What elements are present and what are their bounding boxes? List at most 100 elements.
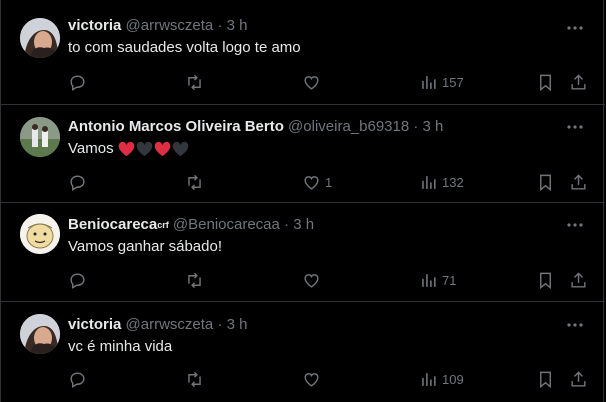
views-button[interactable]: 157	[419, 72, 464, 92]
retweet-icon	[188, 74, 201, 90]
share-icon	[571, 271, 586, 288]
views-icon	[422, 75, 436, 89]
tweet[interactable]: victoria @arrwsczeta · 3 h to com saudad…	[1, 0, 605, 105]
display-name[interactable]: Antonio Marcos Oliveira Berto	[68, 118, 284, 135]
share-icon	[571, 73, 586, 90]
cartoon-face-image	[20, 214, 60, 254]
retweet-icon	[188, 272, 201, 288]
retweet-button[interactable]	[185, 369, 204, 389]
user-photo-image	[20, 18, 60, 58]
like-icon	[304, 273, 319, 288]
black-heart-icon	[136, 141, 153, 157]
timeline-feed: victoria @arrwsczeta · 3 h to com saudad…	[0, 0, 605, 402]
like-button[interactable]	[302, 270, 325, 290]
share-icon	[571, 370, 586, 387]
timestamp[interactable]: 3 h	[423, 118, 444, 135]
bookmark-button[interactable]	[536, 369, 555, 389]
views-icon	[422, 273, 436, 287]
like-icon	[304, 175, 319, 190]
views-button[interactable]: 132	[419, 172, 464, 192]
like-icon	[304, 75, 319, 90]
like-icon	[304, 372, 319, 387]
avatar[interactable]	[20, 214, 60, 254]
timestamp[interactable]: 3 h	[293, 216, 314, 233]
reply-button[interactable]	[68, 270, 87, 290]
reply-icon	[70, 272, 85, 289]
tweet-header: victoria @arrwsczeta · 3 h	[68, 16, 247, 36]
share-button[interactable]	[569, 369, 588, 389]
tweet-header: Antonio Marcos Oliveira Berto @oliveira_…	[68, 117, 443, 137]
reply-button[interactable]	[68, 369, 87, 389]
retweet-button[interactable]	[185, 270, 204, 290]
avatar[interactable]	[20, 18, 60, 58]
tweet-text: vc é minha vida	[68, 338, 173, 355]
retweet-icon	[188, 174, 201, 190]
bookmark-icon	[540, 74, 551, 91]
user-handle[interactable]: @oliveira_b69318	[288, 118, 409, 135]
red-heart-icon	[118, 141, 135, 157]
tweet-text: Vamos	[68, 139, 190, 159]
like-button[interactable]	[302, 72, 325, 92]
timestamp[interactable]: 3 h	[227, 17, 248, 34]
user-handle[interactable]: @arrwsczeta	[126, 17, 214, 34]
more-icon[interactable]	[565, 215, 585, 235]
like-count: 1	[325, 174, 333, 190]
emoji-row	[118, 140, 190, 157]
retweet-button[interactable]	[185, 72, 204, 92]
bookmark-button[interactable]	[536, 270, 555, 290]
share-icon	[571, 173, 586, 190]
black-heart-icon	[172, 141, 189, 157]
tweet-text-words: Vamos	[68, 140, 114, 157]
reply-icon	[70, 174, 85, 191]
more-icon[interactable]	[565, 18, 585, 38]
share-button[interactable]	[569, 172, 588, 192]
user-handle[interactable]: @arrwsczeta	[126, 316, 214, 333]
more-icon[interactable]	[565, 315, 585, 335]
display-name[interactable]: victoria	[68, 316, 121, 333]
like-button[interactable]: 1	[302, 172, 332, 192]
bookmark-button[interactable]	[536, 72, 555, 92]
reply-button[interactable]	[68, 172, 87, 192]
more-icon[interactable]	[565, 117, 585, 137]
views-count: 71	[442, 272, 457, 288]
avatar[interactable]	[20, 117, 60, 157]
user-photo-image	[20, 314, 60, 354]
like-button[interactable]	[302, 369, 325, 389]
views-count: 132	[442, 174, 464, 190]
retweet-icon	[188, 371, 201, 387]
tweet[interactable]: Beniocarecacrf @Beniocarecaa · 3 h Vamos…	[1, 203, 605, 302]
share-button[interactable]	[569, 72, 588, 92]
views-count: 109	[442, 371, 464, 387]
tweet-text: Vamos ganhar sábado!	[68, 238, 222, 255]
display-name-superscript: crf	[157, 220, 169, 230]
display-name[interactable]: victoria	[68, 17, 121, 34]
retweet-button[interactable]	[185, 172, 204, 192]
views-count: 157	[442, 74, 464, 90]
reply-button[interactable]	[68, 72, 87, 92]
bookmark-icon	[540, 174, 551, 191]
separator-dot: ·	[413, 118, 419, 135]
views-button[interactable]: 71	[419, 270, 456, 290]
bookmark-button[interactable]	[536, 172, 555, 192]
display-name[interactable]: Beniocarecacrf	[68, 216, 169, 233]
views-icon	[422, 175, 436, 189]
bookmark-icon	[540, 371, 551, 388]
tweet[interactable]: victoria @arrwsczeta · 3 h vc é minha vi…	[1, 302, 605, 402]
user-handle[interactable]: @Beniocarecaa	[173, 216, 280, 233]
separator-dot: ·	[217, 17, 223, 34]
display-name-text: Beniocareca	[68, 216, 158, 233]
user-photo-image	[20, 117, 60, 157]
separator-dot: ·	[217, 316, 223, 333]
separator-dot: ·	[284, 216, 290, 233]
reply-icon	[70, 371, 85, 388]
timestamp[interactable]: 3 h	[227, 316, 248, 333]
views-button[interactable]: 109	[419, 369, 464, 389]
tweet-text: to com saudades volta logo te amo	[68, 39, 301, 56]
tweet-header: victoria @arrwsczeta · 3 h	[68, 315, 247, 335]
share-button[interactable]	[569, 270, 588, 290]
bookmark-icon	[540, 272, 551, 289]
views-icon	[422, 372, 436, 386]
tweet[interactable]: Antonio Marcos Oliveira Berto @oliveira_…	[1, 105, 605, 203]
avatar[interactable]	[20, 314, 60, 354]
tweet-header: Beniocarecacrf @Beniocarecaa · 3 h	[68, 215, 314, 235]
